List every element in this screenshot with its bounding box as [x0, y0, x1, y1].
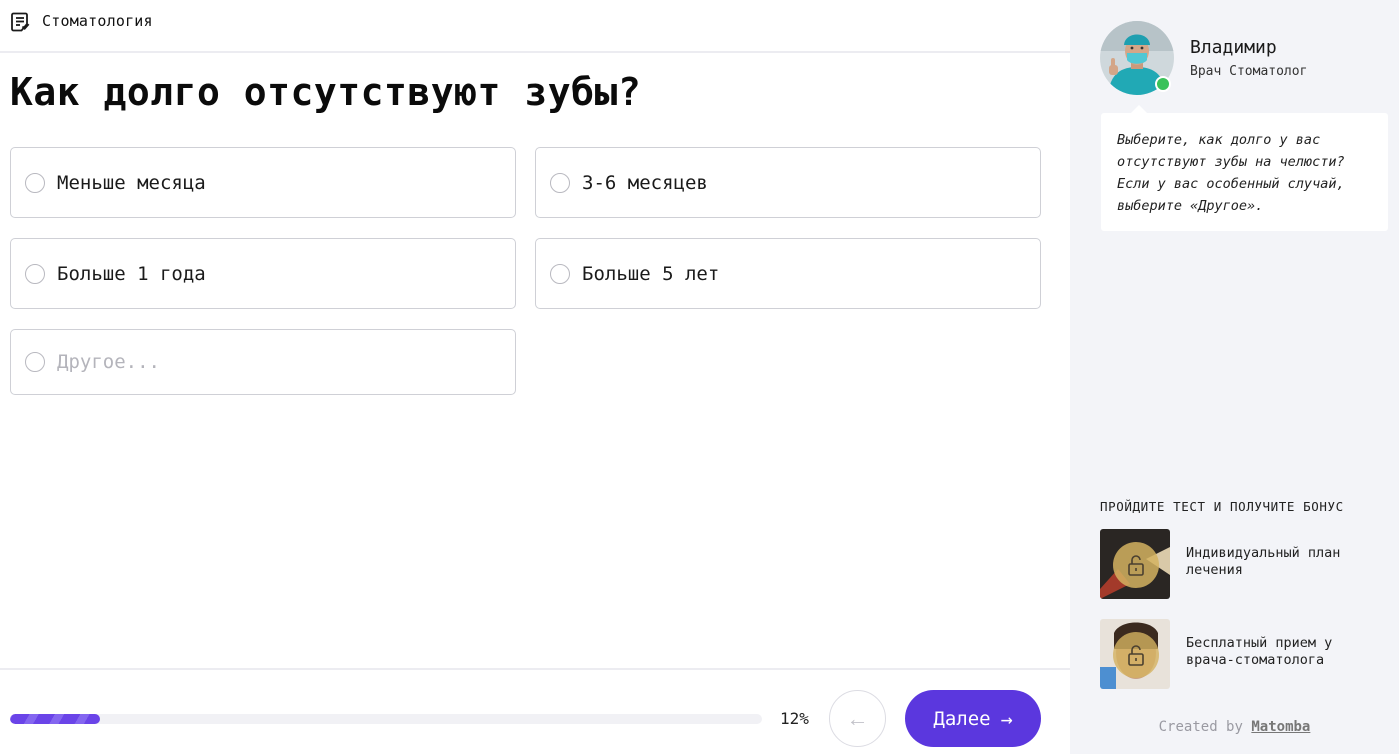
other-answer-input[interactable]	[57, 347, 497, 377]
consultant-message-text: Выберите, как долго у вас отсутствуют зу…	[1117, 132, 1345, 214]
answer-option[interactable]: 3-6 месяцев	[535, 147, 1041, 218]
back-button[interactable]: ←	[829, 690, 886, 747]
answer-label: Меньше месяца	[57, 171, 206, 194]
progress-percent: 12%	[780, 709, 809, 728]
answer-option[interactable]: Больше 5 лет	[535, 238, 1041, 309]
consultant-name: Владимир	[1190, 37, 1277, 58]
bonus-item: Индивидуальный план лечения	[1100, 529, 1390, 599]
consultant-message: Выберите, как долго у вас отсутствуют зу…	[1101, 105, 1388, 231]
consultant-role: Врач Стоматолог	[1190, 64, 1308, 79]
progress-fill	[10, 714, 101, 724]
bonus-thumbnail	[1100, 619, 1170, 689]
answer-option[interactable]: Больше 1 года	[10, 238, 516, 309]
radio-button[interactable]	[25, 352, 45, 372]
next-button-label: Далее	[933, 707, 991, 730]
radio-button[interactable]	[25, 263, 45, 284]
quiz-title: Стоматология	[42, 12, 153, 30]
bonus-item: Бесплатный прием у врача-стоматолога	[1100, 619, 1390, 689]
radio-button[interactable]	[550, 172, 570, 193]
answer-label: Больше 5 лет	[582, 262, 720, 285]
arrow-left-icon: ←	[846, 705, 869, 731]
arrow-right-icon: →	[1000, 706, 1013, 731]
answer-label: Больше 1 года	[57, 262, 206, 285]
radio-button[interactable]	[25, 172, 45, 193]
answer-label: 3-6 месяцев	[582, 171, 708, 194]
answer-option-other[interactable]	[10, 329, 516, 395]
speech-tail	[1131, 105, 1147, 113]
credits: Created by Matomba	[1070, 719, 1399, 735]
avatar	[1100, 21, 1174, 95]
radio-button[interactable]	[550, 263, 570, 284]
quiz-main: Стоматология Как долго отсутствуют зубы?…	[0, 0, 1070, 754]
quiz-page: Стоматология Как долго отсутствуют зубы?…	[0, 0, 1399, 754]
credits-prefix: Created by	[1158, 719, 1243, 735]
bonus-label: Индивидуальный план лечения	[1186, 545, 1341, 578]
bonus-thumbnail	[1100, 529, 1170, 599]
document-list-icon	[10, 11, 32, 33]
next-button[interactable]: Далее →	[905, 690, 1041, 747]
question-title: Как долго отсутствуют зубы?	[10, 70, 642, 114]
consultant-sidebar: Владимир Врач Стоматолог Выберите, как д…	[1070, 0, 1399, 754]
bonus-label: Бесплатный прием у врача-стоматолога	[1186, 635, 1333, 668]
answer-option[interactable]: Меньше месяца	[10, 147, 516, 218]
progress-bar	[10, 714, 762, 724]
bonus-heading: ПРОЙДИТЕ ТЕСТ И ПОЛУЧИТЕ БОНУС	[1100, 499, 1344, 514]
quiz-header: Стоматология	[0, 0, 1070, 53]
online-status-indicator	[1155, 76, 1171, 92]
credits-brand-link[interactable]: Matomba	[1251, 719, 1310, 735]
quiz-footer: 12% ← Далее →	[0, 668, 1070, 754]
